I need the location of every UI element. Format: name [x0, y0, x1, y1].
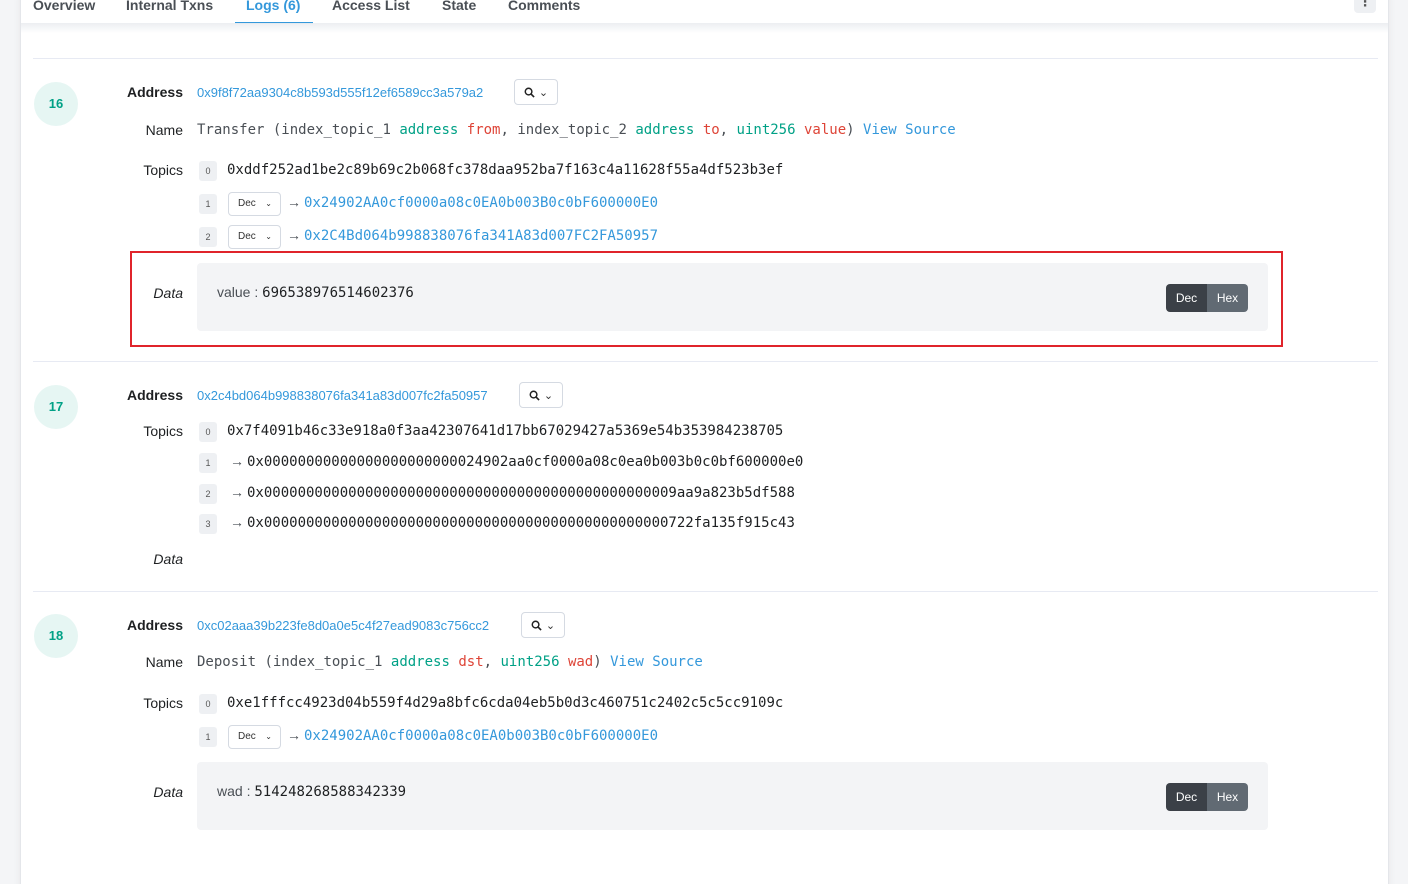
topic-format-select[interactable]: Dec ⌄: [228, 192, 281, 216]
topic-index: 0: [199, 422, 217, 442]
more-options-icon[interactable]: ⋮: [1354, 0, 1376, 13]
topic-value: 0x7f4091b46c33e918a0f3aa42307641d17bb670…: [227, 423, 784, 439]
address-filter-button[interactable]: ⌄: [514, 79, 558, 105]
event-signature: Deposit (index_topic_1 address dst, uint…: [197, 654, 703, 670]
dec-hex-toggle: Dec Hex: [1166, 783, 1248, 811]
name-label: Name: [145, 122, 183, 138]
tab-state[interactable]: State: [442, 0, 476, 13]
topics-label: Topics: [143, 695, 183, 711]
divider: [33, 361, 1378, 362]
tab-logs[interactable]: Logs (6): [246, 0, 300, 13]
topic-value: 0x00000000000000000000000024902aa0cf0000…: [247, 454, 804, 470]
data-box: wad : 514248268588342339 Dec Hex: [197, 762, 1268, 830]
log-index-badge: 16: [34, 82, 78, 126]
chevron-down-icon: ⌄: [265, 199, 272, 208]
data-label: Data: [153, 551, 183, 567]
event-signature: Transfer (index_topic_1 address from, in…: [197, 122, 956, 138]
log-index-badge: 18: [34, 614, 78, 658]
tab-bar: Overview Internal Txns Logs (6) Access L…: [21, 0, 1388, 25]
log-index-badge: 17: [34, 385, 78, 429]
arrow-right-icon: →: [230, 484, 244, 500]
data-value: wad : 514248268588342339: [217, 783, 407, 800]
hex-button[interactable]: Hex: [1207, 783, 1248, 811]
tab-comments[interactable]: Comments: [508, 0, 580, 13]
topic-index: 1: [199, 727, 217, 747]
topics-label: Topics: [143, 162, 183, 178]
dec-button[interactable]: Dec: [1166, 783, 1207, 811]
topic-index: 3: [199, 514, 217, 534]
chevron-down-icon: ⌄: [545, 619, 556, 632]
arrow-right-icon: →: [287, 227, 301, 243]
address-filter-button[interactable]: ⌄: [519, 382, 563, 408]
topic-value: 0xe1fffcc4923d04b559f4d29a8bfc6cda04eb5b…: [227, 695, 784, 711]
highlight-box: [130, 251, 1283, 347]
address-label: Address: [126, 387, 183, 403]
topic-format-select[interactable]: Dec ⌄: [228, 725, 281, 749]
topic-address-link[interactable]: 0x24902AA0cf0000a08c0EA0b003B0c0bF600000…: [304, 195, 658, 211]
topic-format-select[interactable]: Dec ⌄: [228, 225, 281, 249]
topic-index: 1: [199, 453, 217, 473]
topic-value: 0x00000000000000000000000000000000000000…: [247, 515, 795, 531]
address-label: Address: [126, 617, 183, 633]
data-label: Data: [153, 784, 183, 800]
search-icon: [529, 390, 540, 401]
arrow-right-icon: →: [287, 194, 301, 210]
topic-value: 0xddf252ad1be2c89b69c2b068fc378daa952ba7…: [227, 162, 784, 178]
tab-bar-shadow: [21, 23, 1388, 33]
chevron-down-icon: ⌄: [265, 732, 272, 741]
chevron-down-icon: ⌄: [538, 86, 549, 99]
address-filter-button[interactable]: ⌄: [521, 612, 565, 638]
chevron-down-icon: ⌄: [265, 232, 272, 241]
address-label: Address: [126, 84, 183, 100]
divider: [33, 58, 1378, 59]
topic-index: 2: [199, 484, 217, 504]
topic-address-link[interactable]: 0x24902AA0cf0000a08c0EA0b003B0c0bF600000…: [304, 728, 658, 744]
view-source-link[interactable]: View Source: [863, 122, 956, 138]
topic-address-link[interactable]: 0x2C4Bd064b998838076fa341A83d007FC2FA509…: [304, 228, 658, 244]
topic-index: 1: [199, 194, 217, 214]
topic-value: 0x00000000000000000000000000000000000000…: [247, 485, 795, 501]
log-address-link[interactable]: 0x2c4bd064b998838076fa341a83d007fc2fa509…: [197, 388, 488, 403]
arrow-right-icon: →: [230, 453, 244, 469]
topic-index: 0: [199, 694, 217, 714]
tab-internal-txns[interactable]: Internal Txns: [126, 0, 213, 13]
topic-index: 0: [199, 161, 217, 181]
name-label: Name: [145, 654, 183, 670]
chevron-down-icon: ⌄: [543, 389, 554, 402]
log-address-link[interactable]: 0xc02aaa39b223fe8d0a0e5c4f27ead9083c756c…: [197, 618, 489, 633]
divider: [33, 591, 1378, 592]
search-icon: [524, 87, 535, 98]
log-address-link[interactable]: 0x9f8f72aa9304c8b593d555f12ef6589cc3a579…: [197, 85, 483, 100]
tab-overview[interactable]: Overview: [33, 0, 95, 13]
view-source-link[interactable]: View Source: [610, 654, 703, 670]
arrow-right-icon: →: [230, 514, 244, 530]
search-icon: [531, 620, 542, 631]
topic-index: 2: [199, 227, 217, 247]
topics-label: Topics: [143, 423, 183, 439]
arrow-right-icon: →: [287, 727, 301, 743]
tab-access-list[interactable]: Access List: [332, 0, 410, 13]
logs-card: Overview Internal Txns Logs (6) Access L…: [20, 0, 1389, 884]
